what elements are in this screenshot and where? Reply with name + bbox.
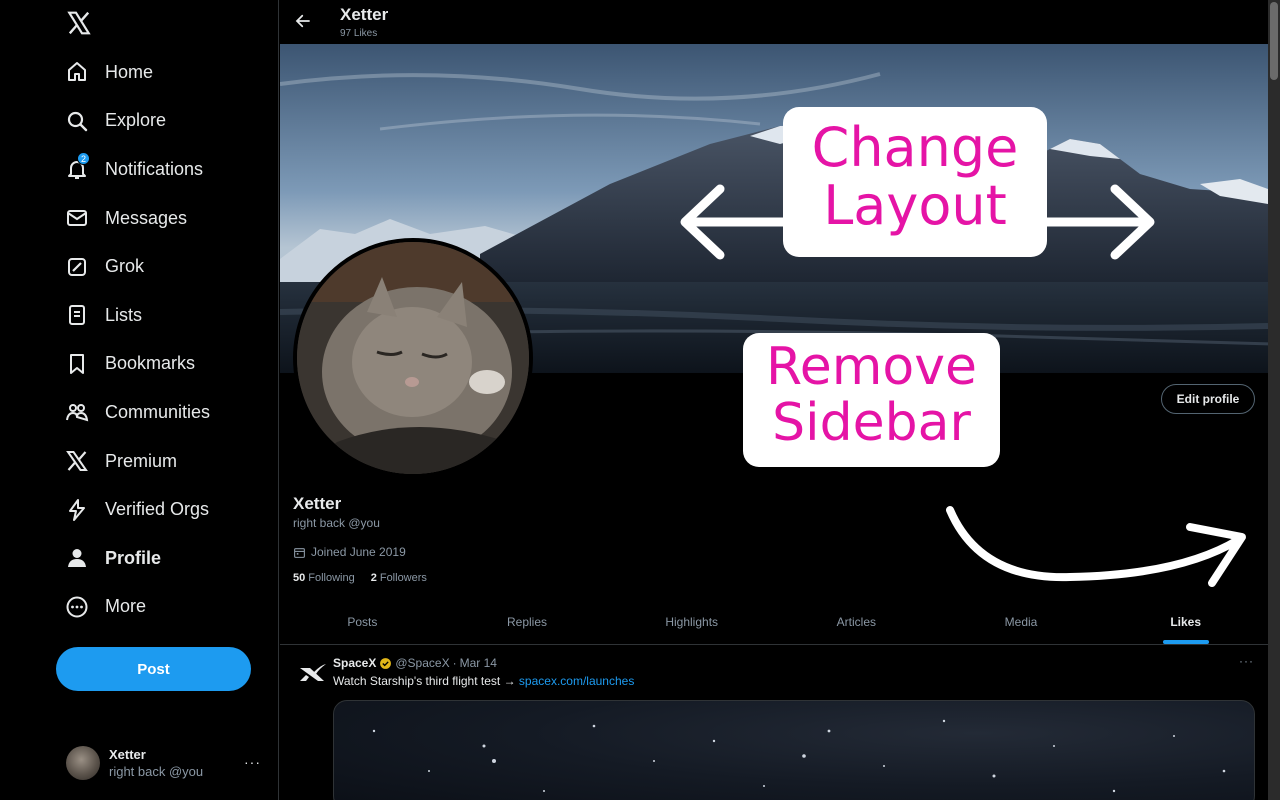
follow-stats: 50 Following 2 Followers: [293, 572, 443, 584]
join-date-text: Joined June 2019: [311, 545, 406, 559]
cat-photo: [297, 242, 529, 474]
profile-avatar[interactable]: [293, 238, 533, 478]
primary-nav: Home Explore 2 Notifications Messages Grok Lis…: [56, 48, 210, 631]
post-link[interactable]: spacex.com/launches: [519, 674, 634, 688]
people-icon: [65, 400, 89, 424]
page-title: Xetter: [340, 5, 389, 24]
tab-likes[interactable]: Likes: [1103, 600, 1268, 644]
avatar: [66, 746, 100, 780]
sidebar-item-label: Verified Orgs: [105, 499, 210, 520]
sidebar-item-communities[interactable]: Communities: [56, 388, 210, 437]
tab-highlights[interactable]: Highlights: [609, 600, 774, 644]
annotation-line: Sidebar: [772, 393, 971, 454]
tab-replies[interactable]: Replies: [445, 600, 610, 644]
annotation-remove-sidebar: Remove Sidebar: [743, 333, 1000, 467]
account-name: Xetter: [109, 747, 146, 762]
post-header: SpaceX @SpaceX · Mar 14: [333, 656, 497, 670]
curved-arrow-icon: [946, 506, 1246, 587]
sidebar-item-lists[interactable]: Lists: [56, 291, 210, 340]
likes-count: 97 Likes: [340, 28, 378, 39]
spacex-logo-icon: [300, 664, 326, 681]
back-arrow-icon[interactable]: [294, 12, 312, 30]
tab-posts[interactable]: Posts: [280, 600, 445, 644]
annotation-change-layout: Change Layout: [783, 107, 1047, 257]
bell-icon: 2: [65, 152, 91, 181]
main-column: Xetter 97 Likes Change Layout Remove Sid…: [280, 0, 1268, 800]
lightning-icon: [65, 498, 89, 522]
following-link[interactable]: 50 Following: [293, 572, 355, 584]
sidebar-item-label: Home: [105, 61, 154, 82]
more-options-icon[interactable]: ···: [244, 754, 261, 770]
profile-header: Xetter 97 Likes: [280, 0, 1268, 44]
separator: ·: [452, 656, 457, 670]
profile-tabs: Posts Replies Highlights Articles Media Likes: [280, 600, 1268, 645]
sidebar-item-messages[interactable]: Messages: [56, 194, 210, 243]
verified-badge-icon: [380, 657, 392, 669]
annotation-line: Change: [811, 116, 1019, 179]
sidebar-item-verified-orgs[interactable]: Verified Orgs: [56, 485, 210, 534]
x-logo-icon: [65, 449, 89, 473]
sidebar-item-label: Messages: [105, 207, 188, 228]
post-date[interactable]: Mar 14: [460, 656, 497, 670]
sidebar-item-home[interactable]: Home: [56, 48, 210, 97]
x-logo-icon[interactable]: [66, 10, 92, 36]
post-author[interactable]: SpaceX: [333, 656, 376, 670]
sidebar: Home Explore 2 Notifications Messages Grok Lis…: [0, 0, 279, 800]
sidebar-item-grok[interactable]: Grok: [56, 242, 210, 291]
post[interactable]: SpaceX @SpaceX · Mar 14 ··· Watch Starsh…: [280, 646, 1268, 800]
sidebar-item-more[interactable]: More: [56, 583, 210, 632]
sidebar-item-label: Notifications: [105, 158, 204, 179]
sidebar-item-label: Premium: [105, 450, 178, 471]
person-icon: [65, 546, 89, 570]
home-icon: [65, 60, 89, 84]
post-media[interactable]: [333, 700, 1255, 800]
bookmark-icon: [65, 352, 89, 376]
envelope-icon: [65, 206, 89, 230]
scrollbar[interactable]: [1268, 0, 1280, 800]
edit-profile-button[interactable]: Edit profile: [1161, 384, 1255, 414]
starfield-image: [372, 719, 1226, 793]
sidebar-item-label: Profile: [105, 547, 162, 568]
scrollbar-thumb[interactable]: [1270, 2, 1278, 80]
sidebar-item-explore[interactable]: Explore: [56, 97, 210, 146]
sidebar-item-label: Lists: [105, 304, 143, 325]
followers-link[interactable]: 2 Followers: [371, 572, 427, 584]
sidebar-item-label: Communities: [105, 401, 211, 422]
sidebar-item-label: Bookmarks: [105, 353, 196, 374]
sidebar-item-bookmarks[interactable]: Bookmarks: [56, 340, 210, 389]
sidebar-item-label: Grok: [105, 256, 145, 277]
post-text: Watch Starship's third flight test → spa…: [333, 674, 635, 688]
post-button[interactable]: Post: [56, 647, 251, 691]
tab-articles[interactable]: Articles: [774, 600, 939, 644]
sidebar-item-profile[interactable]: Profile: [56, 534, 210, 583]
sidebar-item-label: Explore: [105, 110, 167, 131]
join-date: Joined June 2019: [293, 545, 406, 559]
sidebar-item-notifications[interactable]: 2 Notifications: [56, 145, 210, 194]
profile-name: Xetter: [293, 494, 342, 513]
grok-icon: [65, 255, 89, 279]
sidebar-item-label: More: [105, 596, 147, 617]
list-icon: [65, 303, 89, 327]
account-handle: right back @you: [109, 764, 204, 779]
post-handle[interactable]: @SpaceX: [395, 656, 449, 670]
tab-media[interactable]: Media: [939, 600, 1104, 644]
search-icon: [65, 109, 89, 133]
calendar-icon: [294, 547, 305, 558]
annotation-line: Remove: [765, 337, 978, 397]
sidebar-item-premium[interactable]: Premium: [56, 437, 210, 486]
profile-bio: right back @you: [293, 516, 380, 530]
more-circle-icon: [65, 595, 89, 619]
annotation-line: Layout: [823, 174, 1007, 238]
account-switcher[interactable]: Xetter right back @you ···: [56, 738, 271, 788]
post-more-icon[interactable]: ···: [1239, 654, 1254, 668]
